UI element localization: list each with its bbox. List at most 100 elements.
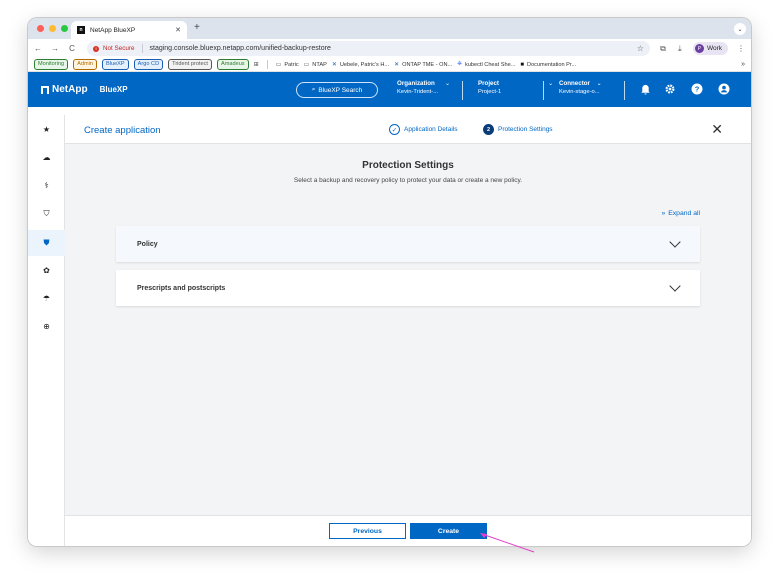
search-label: BlueXP Search bbox=[318, 86, 363, 94]
url-text[interactable]: staging.console.bluexp.netapp.com/unifie… bbox=[150, 45, 633, 52]
bookmark-chip[interactable]: Admin bbox=[73, 59, 97, 70]
step-number: 2 bbox=[483, 124, 494, 135]
organization-value: Kevin-Trident-... bbox=[397, 89, 439, 95]
governance-shield-icon[interactable]: ⛉ bbox=[41, 208, 52, 219]
confluence-icon: ✕ bbox=[394, 62, 400, 68]
netapp-logo-icon bbox=[41, 85, 49, 94]
bookmark-chip[interactable]: Monitoring bbox=[34, 59, 69, 70]
expand-all-link[interactable]: » Expand all bbox=[661, 210, 700, 217]
apps-grid-icon[interactable]: ⊞ bbox=[254, 61, 259, 68]
connector-key: Connector bbox=[559, 80, 590, 87]
close-window-button[interactable] bbox=[37, 25, 44, 32]
not-secure-label[interactable]: Not Secure bbox=[103, 45, 135, 52]
omnibox[interactable]: ! Not Secure staging.console.bluexp.neta… bbox=[87, 41, 650, 56]
connector-selector[interactable]: Connector Kevin-stage-o... ⌄ bbox=[559, 80, 602, 95]
help-icon[interactable]: ? bbox=[691, 83, 703, 95]
step-label: Protection Settings bbox=[498, 126, 553, 133]
forward-icon[interactable]: → bbox=[51, 44, 59, 53]
policy-panel[interactable]: Policy bbox=[116, 226, 700, 262]
bookmark-label: ONTAP TME - ON... bbox=[402, 61, 453, 68]
organization-selector[interactable]: Organization Kevin-Trident-... ⌄ bbox=[397, 80, 450, 95]
extensions-icon[interactable]: ⧉ bbox=[659, 44, 667, 54]
profile-button[interactable]: P Work bbox=[692, 42, 728, 55]
logo-text: NetApp bbox=[52, 84, 88, 95]
chevron-down-icon: ⌄ bbox=[548, 81, 554, 87]
bookmark-chip[interactable]: Trident protect bbox=[168, 59, 212, 70]
header-divider bbox=[543, 81, 544, 100]
netapp-icon: ■ bbox=[520, 61, 524, 68]
more-bookmarks-icon[interactable]: » bbox=[741, 61, 745, 68]
previous-button[interactable]: Previous bbox=[329, 523, 406, 539]
bookmark-chip[interactable]: BlueXP bbox=[101, 59, 129, 70]
favorites-star-icon[interactable]: ★ bbox=[41, 124, 52, 135]
create-button[interactable]: Create bbox=[410, 523, 487, 539]
tab-search-icon[interactable]: ⌄ bbox=[734, 23, 746, 35]
address-bar-row: ← → C ! Not Secure staging.console.bluex… bbox=[28, 39, 751, 58]
reload-icon[interactable]: C bbox=[68, 44, 76, 53]
project-selector[interactable]: Project Project-1 ⌄ bbox=[478, 80, 553, 95]
bookmark-label: Documentation Pr... bbox=[527, 61, 577, 68]
cloud-upload-icon[interactable]: ☂ bbox=[41, 293, 52, 304]
protection-shield-icon[interactable]: ⛊ bbox=[41, 237, 52, 248]
annotation-arrow bbox=[480, 533, 535, 553]
section-heading: Protection Settings bbox=[362, 160, 454, 171]
step-protection-settings[interactable]: 2 Protection Settings bbox=[483, 124, 553, 135]
header-divider bbox=[624, 81, 625, 100]
bookmark-item[interactable]: ▭ NTAP bbox=[303, 61, 327, 69]
organization-key: Organization bbox=[397, 80, 435, 87]
connector-value: Kevin-stage-o... bbox=[559, 89, 600, 95]
download-icon[interactable]: ⤓ bbox=[676, 44, 684, 54]
panel-title: Prescripts and postscripts bbox=[137, 284, 226, 292]
section-description: Select a backup and recovery policy to p… bbox=[293, 177, 523, 184]
confluence-icon: ✕ bbox=[331, 62, 337, 68]
netapp-logo[interactable]: NetApp bbox=[41, 84, 88, 95]
chevron-down-icon[interactable] bbox=[669, 280, 681, 292]
folder-icon: ▭ bbox=[303, 62, 310, 68]
tab-strip: n NetApp BlueXP ✕ + ⌄ bbox=[28, 18, 751, 39]
step-application-details[interactable]: ✓ Application Details bbox=[389, 124, 457, 135]
bookmark-chip[interactable]: Amadeus bbox=[216, 59, 249, 70]
chevron-down-icon: ⌄ bbox=[445, 81, 451, 87]
user-account-icon[interactable] bbox=[718, 83, 730, 95]
extensions-icon[interactable]: ⊕ bbox=[41, 321, 52, 332]
wizard-header: Create application ✓ Application Details… bbox=[65, 115, 751, 144]
header-divider bbox=[462, 81, 463, 100]
minimize-window-button[interactable] bbox=[49, 25, 56, 32]
maximize-window-button[interactable] bbox=[61, 25, 68, 32]
bookmark-label: NTAP bbox=[312, 61, 327, 68]
bookmark-item[interactable]: ✕ ONTAP TME - ON... bbox=[394, 61, 453, 69]
storage-icon[interactable]: ☁ bbox=[41, 152, 52, 163]
bluexp-search-button[interactable]: ⌕ BlueXP Search bbox=[296, 82, 378, 98]
search-icon: ⌕ bbox=[311, 86, 316, 93]
product-name: BlueXP bbox=[99, 85, 128, 94]
profile-avatar: P bbox=[694, 44, 704, 53]
page-title: Create application bbox=[84, 125, 161, 136]
bookmark-chip[interactable]: Argo CD bbox=[133, 59, 164, 70]
netapp-favicon-icon: n bbox=[77, 26, 85, 34]
back-icon[interactable]: ← bbox=[34, 44, 42, 53]
omnibox-divider bbox=[141, 44, 143, 53]
browser-menu-icon[interactable]: ⋮ bbox=[737, 44, 745, 53]
browser-tab[interactable]: n NetApp BlueXP ✕ bbox=[71, 21, 187, 39]
double-chevron-down-icon: » bbox=[661, 210, 666, 217]
mobility-icon[interactable]: ✿ bbox=[41, 265, 52, 276]
notifications-bell-icon[interactable] bbox=[639, 83, 651, 95]
bookmark-item[interactable]: ▭ Patric bbox=[276, 61, 299, 69]
bookmarks-divider bbox=[266, 60, 268, 69]
bookmark-item[interactable]: ✕ Uebele, Patric's H... bbox=[331, 61, 390, 69]
bookmark-star-icon[interactable]: ☆ bbox=[637, 44, 644, 53]
close-icon[interactable]: ✕ bbox=[711, 121, 723, 138]
chevron-down-icon[interactable] bbox=[669, 236, 681, 248]
bookmark-label: Uebele, Patric's H... bbox=[339, 61, 390, 68]
bookmark-item[interactable]: ■ Documentation Pr... bbox=[520, 62, 576, 68]
gear-icon[interactable] bbox=[664, 83, 676, 95]
bookmark-item[interactable]: ⎈ kubectl Cheat She... bbox=[457, 61, 515, 68]
window-controls bbox=[37, 25, 68, 32]
health-icon[interactable]: ⚕ bbox=[41, 180, 52, 191]
close-tab-icon[interactable]: ✕ bbox=[175, 26, 181, 34]
panel-title: Policy bbox=[137, 240, 158, 248]
new-tab-icon[interactable]: + bbox=[194, 22, 200, 33]
kubernetes-icon: ⎈ bbox=[457, 61, 462, 67]
wizard-footer: Previous Create bbox=[65, 515, 751, 546]
prescripts-panel[interactable]: Prescripts and postscripts bbox=[116, 270, 700, 306]
